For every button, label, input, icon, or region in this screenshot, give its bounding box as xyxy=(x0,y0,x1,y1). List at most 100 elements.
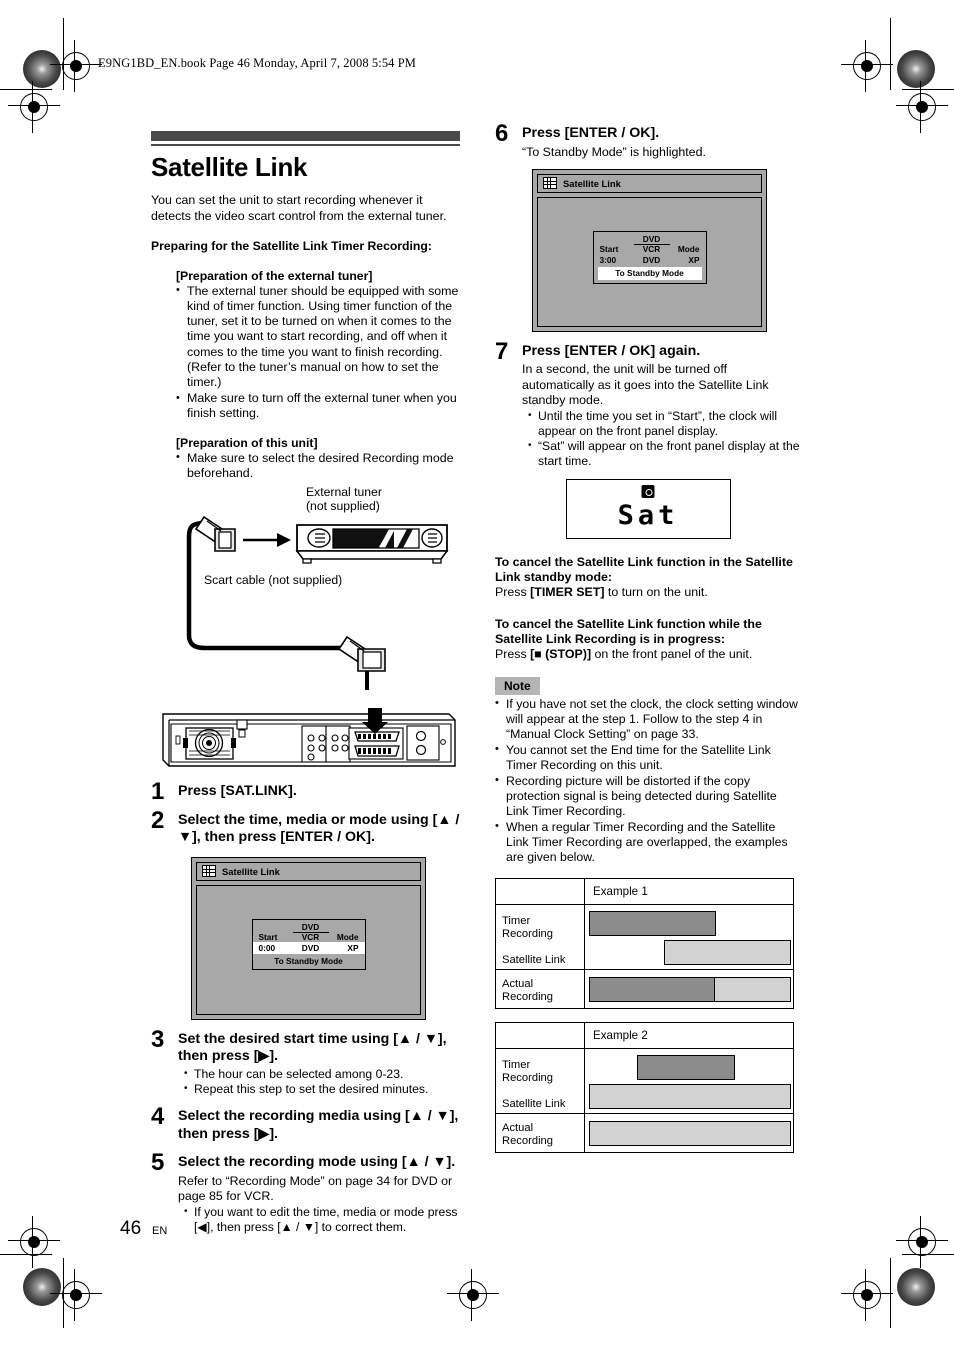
bar-zone xyxy=(585,1114,793,1152)
note-list: If you have not set the clock, the clock… xyxy=(495,696,801,865)
prep-unit-heading: [Preparation of this unit] xyxy=(176,435,318,450)
step-bullets: If you want to edit the time, media or m… xyxy=(178,1204,460,1235)
table-row: Timer Recording Satellite Link xyxy=(495,1047,794,1114)
halftone-mark-bottom-left xyxy=(23,1268,61,1306)
list-item: Make sure to turn off the external tuner… xyxy=(176,391,460,421)
prep-tuner-list: The external tuner should be equipped wi… xyxy=(151,283,460,422)
example-1-header: Example 1 xyxy=(584,877,794,905)
list-item: Make sure to select the desired Recordin… xyxy=(176,450,460,481)
step-text: Press [ENTER / OK]. xyxy=(522,125,660,141)
step-6: 6 Press [ENTER / OK]. “To Standby Mode” … xyxy=(495,120,801,160)
right-column: 6 Press [ENTER / OK]. “To Standby Mode” … xyxy=(495,120,801,1153)
osd-mode-value: XP xyxy=(347,943,359,953)
step-number: 7 xyxy=(495,337,509,365)
list-item: Recording picture will be distorted if t… xyxy=(495,773,801,819)
satellite-link-label: Satellite Link xyxy=(502,1098,566,1111)
cancel-recording-heading: To cancel the Satellite Link function wh… xyxy=(495,616,762,646)
step-text: Press [ENTER / OK] again. xyxy=(522,342,701,359)
osd-screen-1: Satellite Link Start DVD VCR Mode 0:00 D… xyxy=(191,856,426,1020)
step-number: 3 xyxy=(151,1025,165,1053)
osd-title-text: Satellite Link xyxy=(563,177,621,189)
osd-header-start: Start xyxy=(599,243,619,254)
osd-value-row[interactable]: 3:00 DVD XP xyxy=(594,254,706,266)
list-item: Repeat this step to set the desired minu… xyxy=(184,1081,460,1097)
table-row: Timer Recording Satellite Link xyxy=(495,903,794,970)
osd-standby-option[interactable]: To Standby Mode xyxy=(597,266,702,280)
osd-header-vcr: VCR xyxy=(642,244,661,255)
osd-header-vcr: VCR xyxy=(301,932,320,943)
osd-body: Start DVD VCR Mode 3:00 DVD XP To Standb… xyxy=(537,196,762,327)
list-item: When a regular Timer Recording and the S… xyxy=(495,819,801,865)
title-rule-thick xyxy=(151,131,460,141)
actual-recording-label: Actual Recording xyxy=(502,977,553,1004)
table-cell-empty xyxy=(495,877,585,905)
step-text: Select the time, media or mode using [▲ … xyxy=(178,811,460,846)
osd-header-row: Start DVD VCR Mode xyxy=(253,920,365,942)
list-item: The external tuner should be equipped wi… xyxy=(176,283,460,390)
cancel-recording-block: To cancel the Satellite Link function wh… xyxy=(495,617,801,663)
example-1-bars xyxy=(584,903,794,970)
example-1-labels: Timer Recording Satellite Link xyxy=(495,903,585,970)
step-subtext: “To Standby Mode” is highlighted. xyxy=(522,144,706,159)
satellite-link-label: Satellite Link xyxy=(502,954,566,967)
step-text: Select the recording media using [▲ / ▼]… xyxy=(178,1108,459,1142)
crop-line-left-vertical-bottom xyxy=(63,1258,65,1328)
osd-standby-option[interactable]: To Standby Mode xyxy=(253,954,365,969)
osd-value-row[interactable]: 0:00 DVD XP xyxy=(252,942,365,954)
satellite-link-bar xyxy=(589,1083,791,1109)
osd-header-dvd: DVD xyxy=(633,234,670,245)
diagram-artwork xyxy=(186,515,449,691)
example-2-header: Example 2 xyxy=(584,1021,794,1049)
osd-screen-2: Satellite Link Start DVD VCR Mode 3:00 D… xyxy=(532,168,767,332)
step-number: 4 xyxy=(151,1103,165,1130)
cancel-standby-post: to turn on the unit. xyxy=(604,585,708,600)
print-file-header: E9NG1BD_EN.book Page 46 Monday, April 7,… xyxy=(98,56,417,70)
table-cell-empty xyxy=(495,1021,585,1049)
page-number: 46 xyxy=(120,1218,142,1239)
osd-title-text: Satellite Link xyxy=(222,865,280,877)
example-2-actual-label: Actual Recording xyxy=(495,1112,585,1153)
registration-mark-bottom-center xyxy=(447,1269,499,1321)
step-4: 4 Select the recording media using [▲ / … xyxy=(151,1103,460,1143)
bar-zone xyxy=(585,1049,793,1113)
osd-settings-panel: Start DVD VCR Mode 0:00 DVD XP To Standb… xyxy=(251,918,366,970)
front-panel-display: Sat xyxy=(565,479,731,539)
step-3: 3 Set the desired start time using [▲ / … xyxy=(151,1026,460,1097)
crop-line-left-vertical xyxy=(63,18,65,90)
example-1-actual-label: Actual Recording xyxy=(495,968,585,1009)
step-2: 2 Select the time, media or mode using [… xyxy=(151,807,460,847)
prep-heading: Preparing for the Satellite Link Timer R… xyxy=(151,238,432,253)
crop-line-bottom-left-horizontal xyxy=(0,1254,52,1256)
bar-zone xyxy=(585,905,793,969)
example-2-bars xyxy=(584,1047,794,1114)
connection-diagram: External tuner (not supplied) Scart cabl… xyxy=(151,485,460,700)
cancel-standby-pre: Press xyxy=(495,585,531,600)
halftone-mark-bottom-right xyxy=(897,1268,935,1306)
step-subtext: Refer to “Recording Mode” on page 34 for… xyxy=(178,1173,453,1203)
timer-recording-label: Timer Recording xyxy=(502,914,553,941)
note-badge: Note xyxy=(495,677,540,695)
registration-mark-left-lower xyxy=(8,1216,60,1268)
page-title: Satellite Link xyxy=(151,152,308,183)
step-7: 7 Press [ENTER / OK] again. In a second,… xyxy=(495,338,801,469)
table-row: Example 2 xyxy=(495,1021,794,1049)
osd-header-mode: Mode xyxy=(677,243,700,254)
osd-settings-panel: Start DVD VCR Mode 3:00 DVD XP To Standb… xyxy=(592,230,707,284)
example-1-table: Example 1 Timer Recording Satellite Link… xyxy=(495,877,794,1009)
osd-mode-value: XP xyxy=(688,254,700,265)
section-intro: You can set the unit to start recording … xyxy=(151,193,447,223)
step-bullets: Until the time you set in “Start”, the c… xyxy=(522,408,801,469)
crop-line-right-vertical-bottom xyxy=(890,1258,892,1328)
cancel-recording-pre: Press xyxy=(495,647,531,662)
cancel-standby-key: [TIMER SET] xyxy=(530,585,605,600)
osd-media-value: DVD xyxy=(642,254,661,265)
cancel-recording-body: Press [■ (STOP)] on the front panel of t… xyxy=(495,647,801,662)
osd-start-value: 3:00 xyxy=(599,254,617,265)
osd-header-media: DVD VCR xyxy=(292,922,329,943)
grid-icon xyxy=(543,177,557,190)
crop-line-bottom-right-horizontal xyxy=(902,1254,954,1256)
registration-mark-bottom-left xyxy=(50,1269,102,1321)
example-2-labels: Timer Recording Satellite Link xyxy=(495,1047,585,1114)
list-item: You cannot set the End time for the Sate… xyxy=(495,742,801,773)
list-item: If you want to edit the time, media or m… xyxy=(184,1204,460,1235)
